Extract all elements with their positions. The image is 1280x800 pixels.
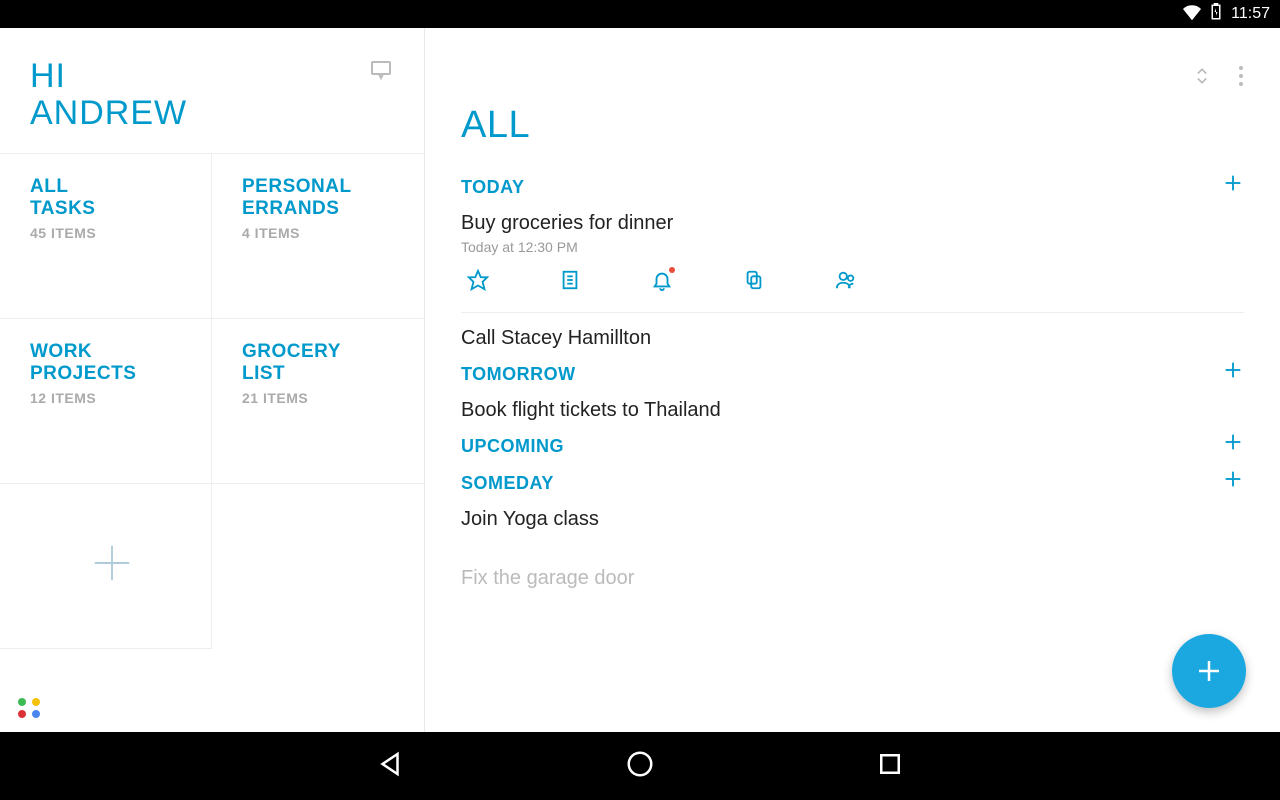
- nav-recent-icon[interactable]: [875, 749, 905, 784]
- tile-empty: [212, 484, 424, 649]
- subtask-icon[interactable]: [743, 269, 765, 296]
- tile-add-category[interactable]: [0, 484, 212, 649]
- task-list: TODAY Buy groceries for dinner Today at …: [425, 167, 1280, 594]
- add-task-upcoming-button[interactable]: [1222, 431, 1244, 458]
- task-item[interactable]: Join Yoga class: [461, 500, 1244, 535]
- tile-title-line: ERRANDS: [242, 198, 406, 220]
- android-nav-bar: [0, 732, 1280, 800]
- wifi-icon: [1183, 3, 1201, 26]
- task-action-row: [461, 265, 1244, 313]
- tile-personal-errands[interactable]: PERSONAL ERRANDS 4 ITEMS: [212, 154, 424, 319]
- android-status-bar: 11:57: [0, 0, 1280, 28]
- tile-all-tasks[interactable]: ALL TASKS 45 ITEMS: [0, 154, 212, 319]
- star-icon[interactable]: [467, 269, 489, 296]
- section-label: UPCOMING: [461, 426, 564, 463]
- tile-title-line: TASKS: [30, 198, 193, 220]
- task-item[interactable]: Fix the garage door: [461, 559, 1244, 594]
- feedback-icon[interactable]: [368, 58, 394, 87]
- task-item[interactable]: Book flight tickets to Thailand: [461, 391, 1244, 426]
- tile-grocery-list[interactable]: GROCERY LIST 21 ITEMS: [212, 319, 424, 484]
- add-task-fab[interactable]: [1172, 634, 1246, 708]
- nav-home-icon[interactable]: [625, 749, 655, 784]
- section-label: TODAY: [461, 167, 525, 204]
- note-icon[interactable]: [559, 269, 581, 296]
- greeting-line2: ANDREW: [30, 95, 187, 132]
- greeting: HI ANDREW: [30, 58, 187, 133]
- more-options-icon[interactable]: [1238, 64, 1244, 93]
- tile-subtitle: 21 ITEMS: [242, 390, 406, 406]
- add-task-today-button[interactable]: [1222, 172, 1244, 199]
- greeting-line1: HI: [30, 58, 187, 95]
- battery-charging-icon: [1207, 3, 1225, 26]
- share-people-icon[interactable]: [835, 269, 857, 296]
- status-time: 11:57: [1231, 5, 1270, 23]
- add-task-tomorrow-button[interactable]: [1222, 359, 1244, 386]
- plus-icon: [89, 540, 135, 591]
- tile-title-line: WORK: [30, 341, 193, 363]
- section-upcoming[interactable]: UPCOMING: [461, 426, 1244, 463]
- tile-title-line: LIST: [242, 363, 406, 385]
- section-someday[interactable]: SOMEDAY: [461, 463, 1244, 500]
- tile-subtitle: 4 ITEMS: [242, 225, 406, 241]
- tile-title-line: PERSONAL: [242, 176, 406, 198]
- task-subtitle: Today at 12:30 PM: [461, 239, 1244, 265]
- task-item[interactable]: Buy groceries for dinner: [461, 204, 1244, 239]
- tile-subtitle: 12 ITEMS: [30, 390, 193, 406]
- category-grid: ALL TASKS 45 ITEMS PERSONAL ERRANDS 4 IT…: [0, 153, 424, 649]
- tile-title-line: GROCERY: [242, 341, 406, 363]
- sort-icon[interactable]: [1192, 64, 1212, 93]
- sidebar: HI ANDREW ALL TASKS 45 ITEMS PERSONAL ER…: [0, 28, 425, 732]
- section-tomorrow[interactable]: TOMORROW: [461, 354, 1244, 391]
- tile-title-line: PROJECTS: [30, 363, 193, 385]
- section-label: SOMEDAY: [461, 463, 554, 500]
- section-today[interactable]: TODAY: [461, 167, 1244, 204]
- add-task-someday-button[interactable]: [1222, 468, 1244, 495]
- tile-subtitle: 45 ITEMS: [30, 225, 193, 241]
- task-item[interactable]: Call Stacey Hamillton: [461, 319, 1244, 354]
- tile-work-projects[interactable]: WORK PROJECTS 12 ITEMS: [0, 319, 212, 484]
- app-logo-icon[interactable]: [18, 698, 406, 718]
- nav-back-icon[interactable]: [375, 749, 405, 784]
- reminder-bell-icon[interactable]: [651, 269, 673, 296]
- tile-title-line: ALL: [30, 176, 193, 198]
- main-panel: ALL TODAY Buy groceries for dinner Today…: [425, 28, 1280, 732]
- section-label: TOMORROW: [461, 354, 576, 391]
- page-title: ALL: [461, 104, 530, 147]
